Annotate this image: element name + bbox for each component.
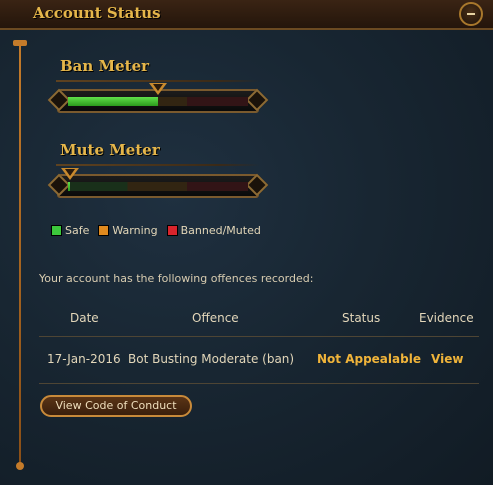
offences-table: Date Offence Status Evidence 17-Jan-2016…	[39, 304, 479, 384]
header-status: Status	[342, 311, 381, 325]
mute-meter-label: Mute Meter	[60, 141, 160, 159]
header-offence: Offence	[192, 311, 239, 325]
ban-meter-divider	[56, 80, 260, 82]
ban-meter-fill	[68, 97, 158, 106]
row-offence: Bot Busting Moderate (ban)	[128, 352, 295, 366]
rail-tip	[16, 462, 24, 470]
header-date: Date	[70, 311, 99, 325]
table-header: Date Offence Status Evidence	[39, 304, 479, 337]
warning-swatch	[98, 225, 110, 236]
safe-swatch	[51, 225, 62, 236]
banned-swatch	[166, 225, 178, 236]
legend-label: Banned/Muted	[180, 224, 261, 237]
ban-meter-marker-icon	[149, 83, 167, 95]
window-title: Account Status	[33, 4, 161, 22]
account-status-window: Account Status Ban Meter Mute Meter Safe…	[0, 0, 493, 485]
header-evidence: Evidence	[419, 311, 474, 325]
view-evidence-link[interactable]: View	[431, 352, 463, 366]
mute-meter-marker-icon	[60, 168, 79, 180]
legend-item-safe: Safe	[51, 224, 89, 237]
view-code-of-conduct-button[interactable]: View Code of Conduct	[40, 395, 192, 417]
row-status: Not Appealable	[317, 352, 421, 366]
mute-meter-divider	[56, 164, 260, 166]
meter-legend: Safe Warning Banned/Muted	[51, 224, 261, 237]
legend-label: Safe	[65, 224, 90, 237]
ban-meter-label: Ban Meter	[60, 57, 150, 75]
legend-item-warning: Warning	[98, 224, 158, 237]
offences-intro: Your account has the following offences …	[39, 272, 314, 285]
legend-item-banned: Banned/Muted	[166, 224, 261, 237]
decorative-rail	[19, 44, 21, 466]
table-row: 17-Jan-2016 Bot Busting Moderate (ban) N…	[39, 337, 479, 384]
legend-label: Warning	[112, 224, 158, 237]
title-bar: Account Status	[0, 0, 493, 30]
row-date: 17-Jan-2016	[47, 352, 121, 366]
mute-meter-fill	[68, 182, 70, 191]
meter-track	[68, 182, 248, 191]
ban-meter	[47, 83, 269, 115]
mute-meter	[47, 168, 269, 200]
minimize-icon[interactable]	[459, 2, 483, 26]
